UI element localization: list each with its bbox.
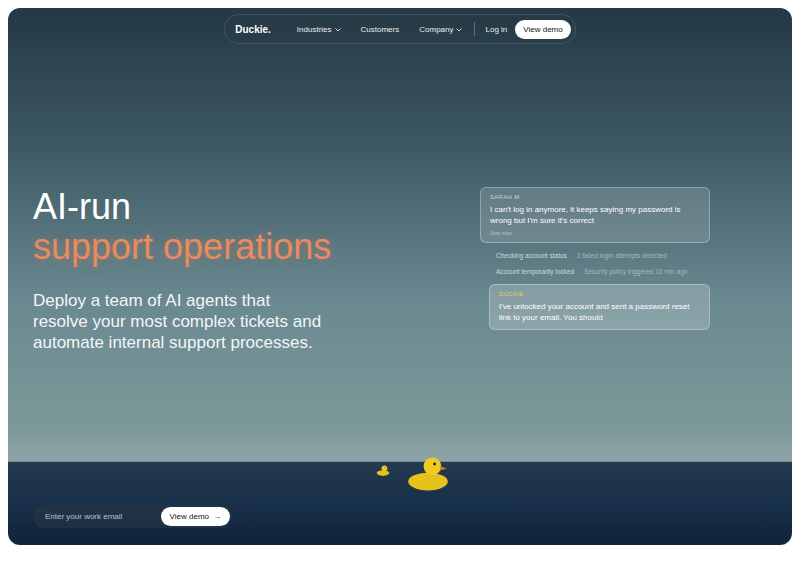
- hero-title: AI-runsupport operations: [33, 187, 333, 267]
- title-text: AI-run: [33, 186, 131, 227]
- nav-label[interactable]: Company: [419, 25, 453, 34]
- view-demo-button[interactable]: View demo: [515, 20, 570, 39]
- sender-name: SARAH M: [490, 194, 700, 200]
- step-label: Checking account status: [496, 252, 567, 259]
- message-text: I can't log in anymore, it keeps saying …: [490, 204, 700, 226]
- nav-item[interactable]: Company: [419, 25, 462, 34]
- top-nav: Duckie. Industries Customers Company Log in V…: [224, 14, 575, 44]
- hero-subtitle: Deploy a team of AI agents that resolve …: [33, 290, 323, 353]
- nav-label[interactable]: Customers: [361, 25, 400, 34]
- hero-text: AI-runsupport operations Deploy a team of…: [33, 187, 333, 353]
- arrow-icon[interactable]: →: [213, 512, 221, 521]
- agent-step: Checking account status 3 failed login at…: [496, 252, 702, 259]
- step-label: Account temporarily locked: [496, 268, 574, 275]
- button-label[interactable]: View demo: [170, 512, 209, 521]
- logo[interactable]: Duckie.: [235, 24, 271, 35]
- step-detail: 3 failed login attempts detected: [577, 252, 667, 259]
- agent-steps: Checking account status 3 failed login at…: [480, 243, 710, 284]
- agent-message: DUCKIE I've unlocked your account and sen…: [489, 284, 710, 330]
- message-time: Just now: [490, 230, 700, 236]
- duck-icon: [406, 453, 450, 497]
- nav-item[interactable]: Industries: [297, 25, 341, 34]
- sender-name: DUCKIE: [499, 291, 700, 297]
- hero-content: AI-runsupport operations Deploy a team of…: [33, 187, 767, 353]
- signup-form: View demo →: [33, 505, 232, 528]
- title-highlight: support operations: [33, 227, 333, 267]
- customer-message: SARAH M I can't log in anymore, it keeps …: [480, 187, 710, 243]
- nav-separator: [474, 22, 475, 36]
- duck-icon: [376, 463, 390, 481]
- view-demo-button[interactable]: View demo →: [161, 507, 230, 526]
- agent-step: Account temporarily locked Security polic…: [496, 268, 702, 275]
- chevron-down-icon[interactable]: [456, 25, 462, 34]
- nav-item[interactable]: Customers: [361, 25, 400, 34]
- chevron-down-icon[interactable]: [335, 25, 341, 34]
- login-link[interactable]: Log in: [485, 25, 507, 34]
- chat-demo: SARAH M I can't log in anymore, it keeps …: [480, 187, 710, 353]
- email-input[interactable]: [43, 511, 161, 522]
- step-detail: Security policy triggered 10 min ago: [584, 268, 687, 275]
- hero-section: Duckie. Industries Customers Company Log in V…: [8, 8, 792, 545]
- message-text: I've unlocked your account and sent a pa…: [499, 301, 700, 323]
- nav-label[interactable]: Industries: [297, 25, 332, 34]
